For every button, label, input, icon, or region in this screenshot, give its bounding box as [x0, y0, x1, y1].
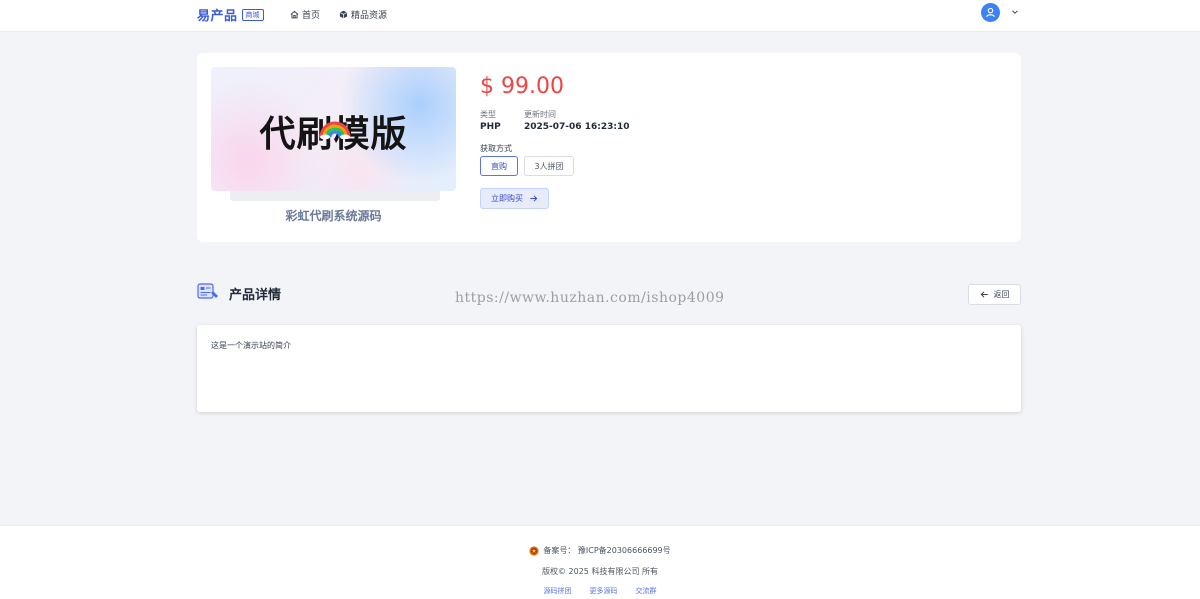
police-badge-icon — [529, 545, 539, 556]
brand-name[interactable]: 易产品 — [197, 5, 238, 24]
user-icon — [986, 7, 995, 18]
footer-link-group-buy[interactable]: 源码拼团 — [544, 586, 572, 596]
cube-icon — [339, 10, 348, 19]
brand-logo[interactable]: 易产品 商城 — [197, 5, 264, 24]
option-direct-buy[interactable]: 直购 — [480, 156, 518, 176]
product-cover-image[interactable]: 代刷模版 — [211, 67, 456, 191]
home-icon — [290, 10, 299, 19]
product-description: 这是一个演示站的简介 — [211, 341, 291, 350]
icp-record[interactable]: 备案号： 豫ICP备20306666699号 — [0, 545, 1200, 556]
buy-now-button[interactable]: 立即购买 — [480, 188, 549, 209]
back-button[interactable]: 返回 — [968, 284, 1021, 305]
product-card: 代刷模版 彩虹代刷系统源码 $ 99.00 类型 更新时间 PHP 2025-0… — [197, 53, 1021, 242]
product-detail-title: 产品详情 — [229, 288, 282, 303]
product-price: $ 99.00 — [480, 74, 564, 99]
nav-home-label: 首页 — [302, 11, 321, 21]
footer-links: 源码拼团 更多源码 交流群 — [0, 586, 1200, 596]
product-title: 彩虹代刷系统源码 — [285, 209, 382, 223]
type-label: 类型 — [480, 110, 496, 119]
footer-link-more-source[interactable]: 更多源码 — [590, 586, 618, 596]
type-value: PHP — [480, 122, 501, 132]
brand-tag: 商城 — [241, 8, 264, 21]
option-group-buy[interactable]: 3人拼团 — [524, 156, 574, 176]
watermark-text: https://www.huzhan.com/ishop4009 — [455, 290, 725, 306]
arrow-right-icon — [530, 195, 538, 202]
rainbow-icon — [319, 121, 351, 139]
icp-text: 备案号： 豫ICP备20306666699号 — [543, 546, 671, 555]
top-navbar: 易产品 商城 首页 精品资源 — [0, 0, 1200, 32]
buy-now-label: 立即购买 — [491, 194, 523, 203]
acquire-method-label: 获取方式 — [480, 144, 512, 153]
nav-home[interactable]: 首页 — [290, 8, 320, 21]
product-detail-icon — [197, 283, 218, 299]
copyright-text: 版权© 2025 科技有限公司 所有 — [542, 567, 658, 576]
user-avatar[interactable] — [981, 3, 1000, 22]
arrow-left-icon — [980, 291, 988, 298]
product-detail-content: 这是一个演示站的简介 — [197, 325, 1021, 412]
back-label: 返回 — [993, 290, 1010, 299]
site-footer: 备案号： 豫ICP备20306666699号 版权© 2025 科技有限公司 所… — [0, 525, 1200, 599]
nav-premium-resources[interactable]: 精品资源 — [339, 8, 387, 21]
nav-premium-resources-label: 精品资源 — [351, 11, 388, 21]
chevron-down-icon[interactable] — [1011, 8, 1019, 16]
updated-label: 更新时间 — [524, 110, 556, 119]
updated-value: 2025-07-06 16:23:10 — [524, 122, 630, 132]
footer-link-chat-group[interactable]: 交流群 — [636, 586, 657, 596]
